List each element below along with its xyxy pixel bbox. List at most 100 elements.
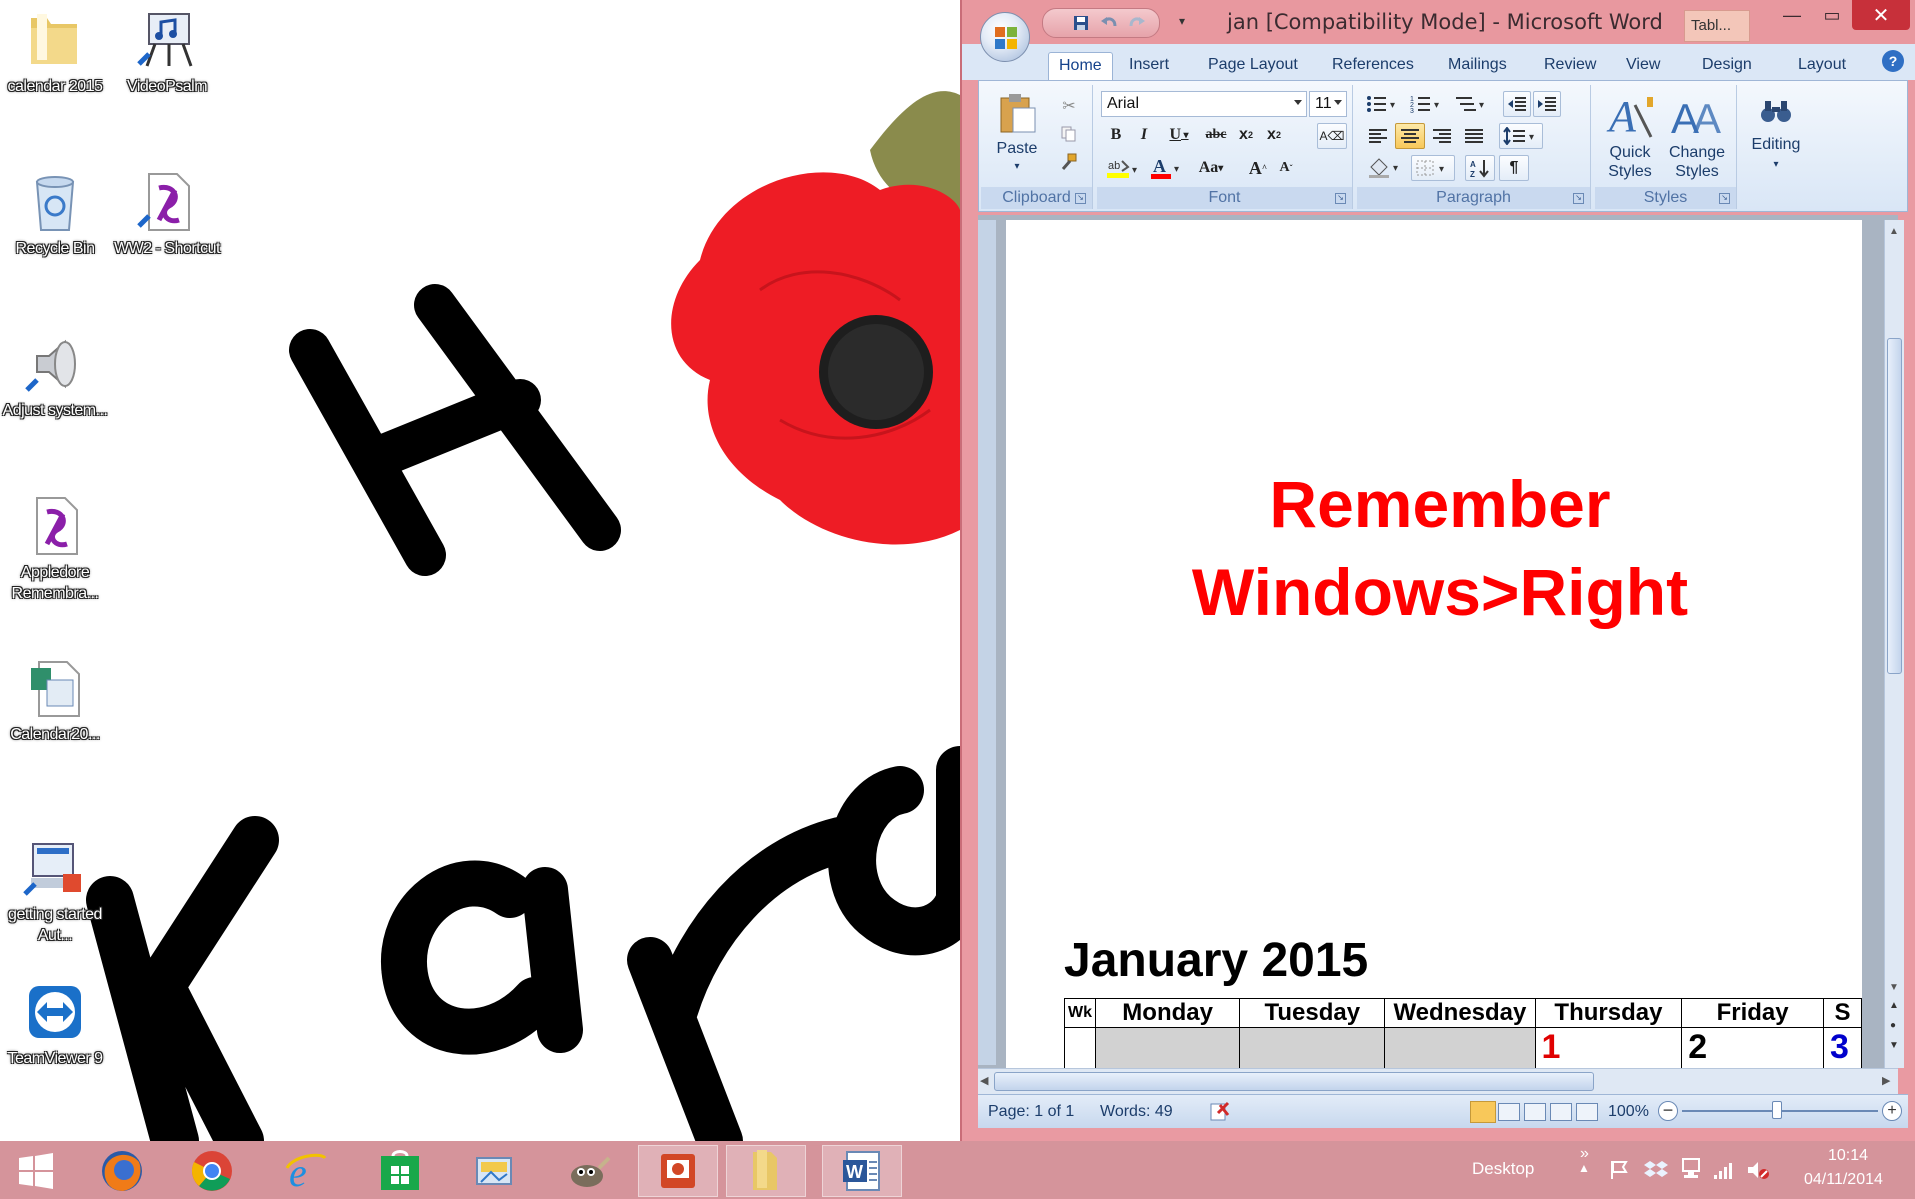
taskbar-file-explorer[interactable]: [726, 1145, 806, 1197]
document-page[interactable]: Remember Windows>Right January 2015 Wk M…: [1006, 220, 1862, 1068]
calendar-cell[interactable]: 3: [1822, 1027, 1862, 1068]
tab-mailings[interactable]: Mailings: [1438, 52, 1517, 80]
taskbar-store[interactable]: [360, 1145, 440, 1197]
calendar-cell[interactable]: 2: [1681, 1027, 1824, 1068]
increase-indent-icon[interactable]: [1533, 91, 1561, 117]
taskbar-gimp[interactable]: [548, 1145, 628, 1197]
font-color-icon[interactable]: A ▾: [1147, 155, 1187, 181]
clipboard-launcher-icon[interactable]: ↘: [1075, 193, 1086, 204]
decrease-indent-icon[interactable]: [1503, 91, 1531, 117]
sort-icon[interactable]: AZ: [1465, 155, 1495, 181]
start-button[interactable]: [0, 1145, 72, 1197]
page-count[interactable]: Page: 1 of 1: [988, 1103, 1074, 1121]
paste-icon[interactable]: [995, 91, 1039, 135]
shrink-font-icon[interactable]: Aˇ: [1273, 155, 1299, 181]
paragraph-launcher-icon[interactable]: ↘: [1573, 193, 1584, 204]
desktop-icon-calendar-doc[interactable]: Calendar20...: [0, 656, 110, 745]
customize-qat-icon[interactable]: ▾: [1179, 14, 1185, 28]
zoom-out-icon[interactable]: −: [1658, 1101, 1678, 1121]
horizontal-scrollbar[interactable]: ◀ ▶: [978, 1068, 1898, 1094]
word-count[interactable]: Words: 49: [1100, 1103, 1173, 1121]
outline-view-icon[interactable]: [1550, 1103, 1572, 1121]
desktop-toolbar-label[interactable]: Desktop: [1472, 1159, 1534, 1179]
table-tools-tab[interactable]: Tabl...: [1684, 10, 1750, 42]
underline-icon[interactable]: U ▾: [1159, 123, 1199, 147]
scroll-up-icon[interactable]: ▲: [1889, 226, 1899, 237]
column-header-wednesday[interactable]: Wednesday: [1384, 998, 1536, 1028]
calendar-cell[interactable]: [1239, 1027, 1386, 1068]
tab-insert[interactable]: Insert: [1119, 52, 1179, 80]
office-button[interactable]: [980, 12, 1030, 62]
tab-design[interactable]: Design: [1692, 52, 1762, 80]
clock-date[interactable]: 04/11/2014: [1804, 1171, 1883, 1189]
bullets-icon[interactable]: ▾: [1363, 91, 1403, 117]
previous-page-icon[interactable]: ▲: [1889, 1000, 1899, 1011]
calendar-cell[interactable]: [1094, 1027, 1241, 1068]
scroll-left-icon[interactable]: ◀: [980, 1074, 988, 1087]
shading-icon[interactable]: ▾: [1363, 155, 1407, 181]
save-icon[interactable]: [1069, 13, 1093, 33]
dropbox-icon[interactable]: [1644, 1159, 1668, 1186]
zoom-level[interactable]: 100%: [1608, 1103, 1649, 1121]
taskbar-firefox[interactable]: [82, 1145, 162, 1197]
maximize-button[interactable]: ▭: [1812, 0, 1852, 30]
web-layout-view-icon[interactable]: [1524, 1103, 1546, 1121]
help-icon[interactable]: ?: [1882, 50, 1904, 72]
cut-icon[interactable]: ✂: [1057, 95, 1081, 117]
tab-layout[interactable]: Layout: [1788, 52, 1856, 80]
calendar-table[interactable]: Wk Monday Tuesday Wednesday Thursday Fri…: [1064, 998, 1862, 1068]
calendar-title[interactable]: January 2015: [1064, 933, 1368, 988]
next-page-icon[interactable]: ▼: [1889, 1040, 1899, 1051]
desktop-icon-recycle-bin[interactable]: Recycle Bin: [0, 170, 110, 259]
zoom-slider-thumb[interactable]: [1772, 1101, 1782, 1119]
calendar-cell[interactable]: 1: [1534, 1027, 1683, 1068]
borders-icon[interactable]: ▾: [1411, 155, 1455, 181]
desktop-icon-videopsalm[interactable]: VideoPsalm: [112, 8, 222, 97]
undo-icon[interactable]: [1097, 13, 1121, 33]
align-center-icon[interactable]: [1395, 123, 1425, 149]
justify-icon[interactable]: [1459, 123, 1489, 149]
line-spacing-icon[interactable]: ▾: [1499, 123, 1543, 149]
print-layout-view-icon[interactable]: [1470, 1101, 1496, 1123]
tab-home[interactable]: Home: [1048, 52, 1113, 80]
tab-page-layout[interactable]: Page Layout: [1198, 52, 1308, 80]
align-left-icon[interactable]: [1363, 123, 1393, 149]
redo-icon[interactable]: [1125, 13, 1149, 33]
minimize-button[interactable]: —: [1772, 0, 1812, 30]
vertical-scrollbar[interactable]: ▲ ▼ ▲ ● ▼: [1884, 220, 1904, 1068]
italic-icon[interactable]: I: [1131, 123, 1157, 147]
multilevel-list-icon[interactable]: ▾: [1451, 91, 1491, 117]
binoculars-icon[interactable]: [1753, 89, 1799, 133]
clear-formatting-icon[interactable]: A⌫: [1317, 123, 1347, 149]
taskbar-chrome[interactable]: [172, 1145, 252, 1197]
proofing-icon[interactable]: [1208, 1101, 1232, 1128]
tab-review[interactable]: Review: [1534, 52, 1606, 80]
superscript-icon[interactable]: x2: [1261, 123, 1287, 147]
title-bar[interactable]: ▾ jan [Compatibility Mode] - Microsoft W…: [962, 0, 1915, 44]
font-launcher-icon[interactable]: ↘: [1335, 193, 1346, 204]
taskbar-internet-explorer[interactable]: e: [266, 1145, 346, 1197]
tab-view[interactable]: View: [1616, 52, 1670, 80]
signal-bars-icon[interactable]: [1712, 1159, 1736, 1186]
zoom-in-icon[interactable]: +: [1882, 1101, 1902, 1121]
column-header-monday[interactable]: Monday: [1094, 998, 1241, 1028]
clock-time[interactable]: 10:14: [1828, 1147, 1868, 1165]
draft-view-icon[interactable]: [1576, 1103, 1598, 1121]
desktop-icon-adjust-system[interactable]: Adjust system...: [0, 332, 110, 421]
bold-icon[interactable]: B: [1103, 123, 1129, 147]
desktop-icon-appledore-remembrance[interactable]: Appledore Remembra...: [0, 494, 110, 604]
select-browse-object-icon[interactable]: ●: [1890, 1020, 1896, 1031]
strikethrough-icon[interactable]: abc: [1201, 123, 1231, 147]
scroll-right-icon[interactable]: ▶: [1882, 1074, 1890, 1087]
paste-dropdown-icon[interactable]: ▾: [985, 157, 1049, 176]
highlight-icon[interactable]: ab ▾: [1103, 155, 1143, 181]
desktop-icon-getting-started[interactable]: getting started Aut...: [0, 836, 110, 946]
desktop-icon-teamviewer[interactable]: TeamViewer 9: [0, 980, 110, 1069]
change-case-icon[interactable]: Aa ▾: [1191, 155, 1231, 181]
change-styles-button[interactable]: Change Styles: [1663, 143, 1731, 181]
show-hidden-icons[interactable]: ▲: [1578, 1161, 1590, 1175]
font-name-combo[interactable]: Arial: [1101, 91, 1307, 117]
editing-button[interactable]: Editing: [1741, 135, 1811, 154]
desktop-icon-calendar-2015[interactable]: calendar 2015: [0, 8, 110, 97]
volume-muted-icon[interactable]: [1746, 1159, 1770, 1186]
